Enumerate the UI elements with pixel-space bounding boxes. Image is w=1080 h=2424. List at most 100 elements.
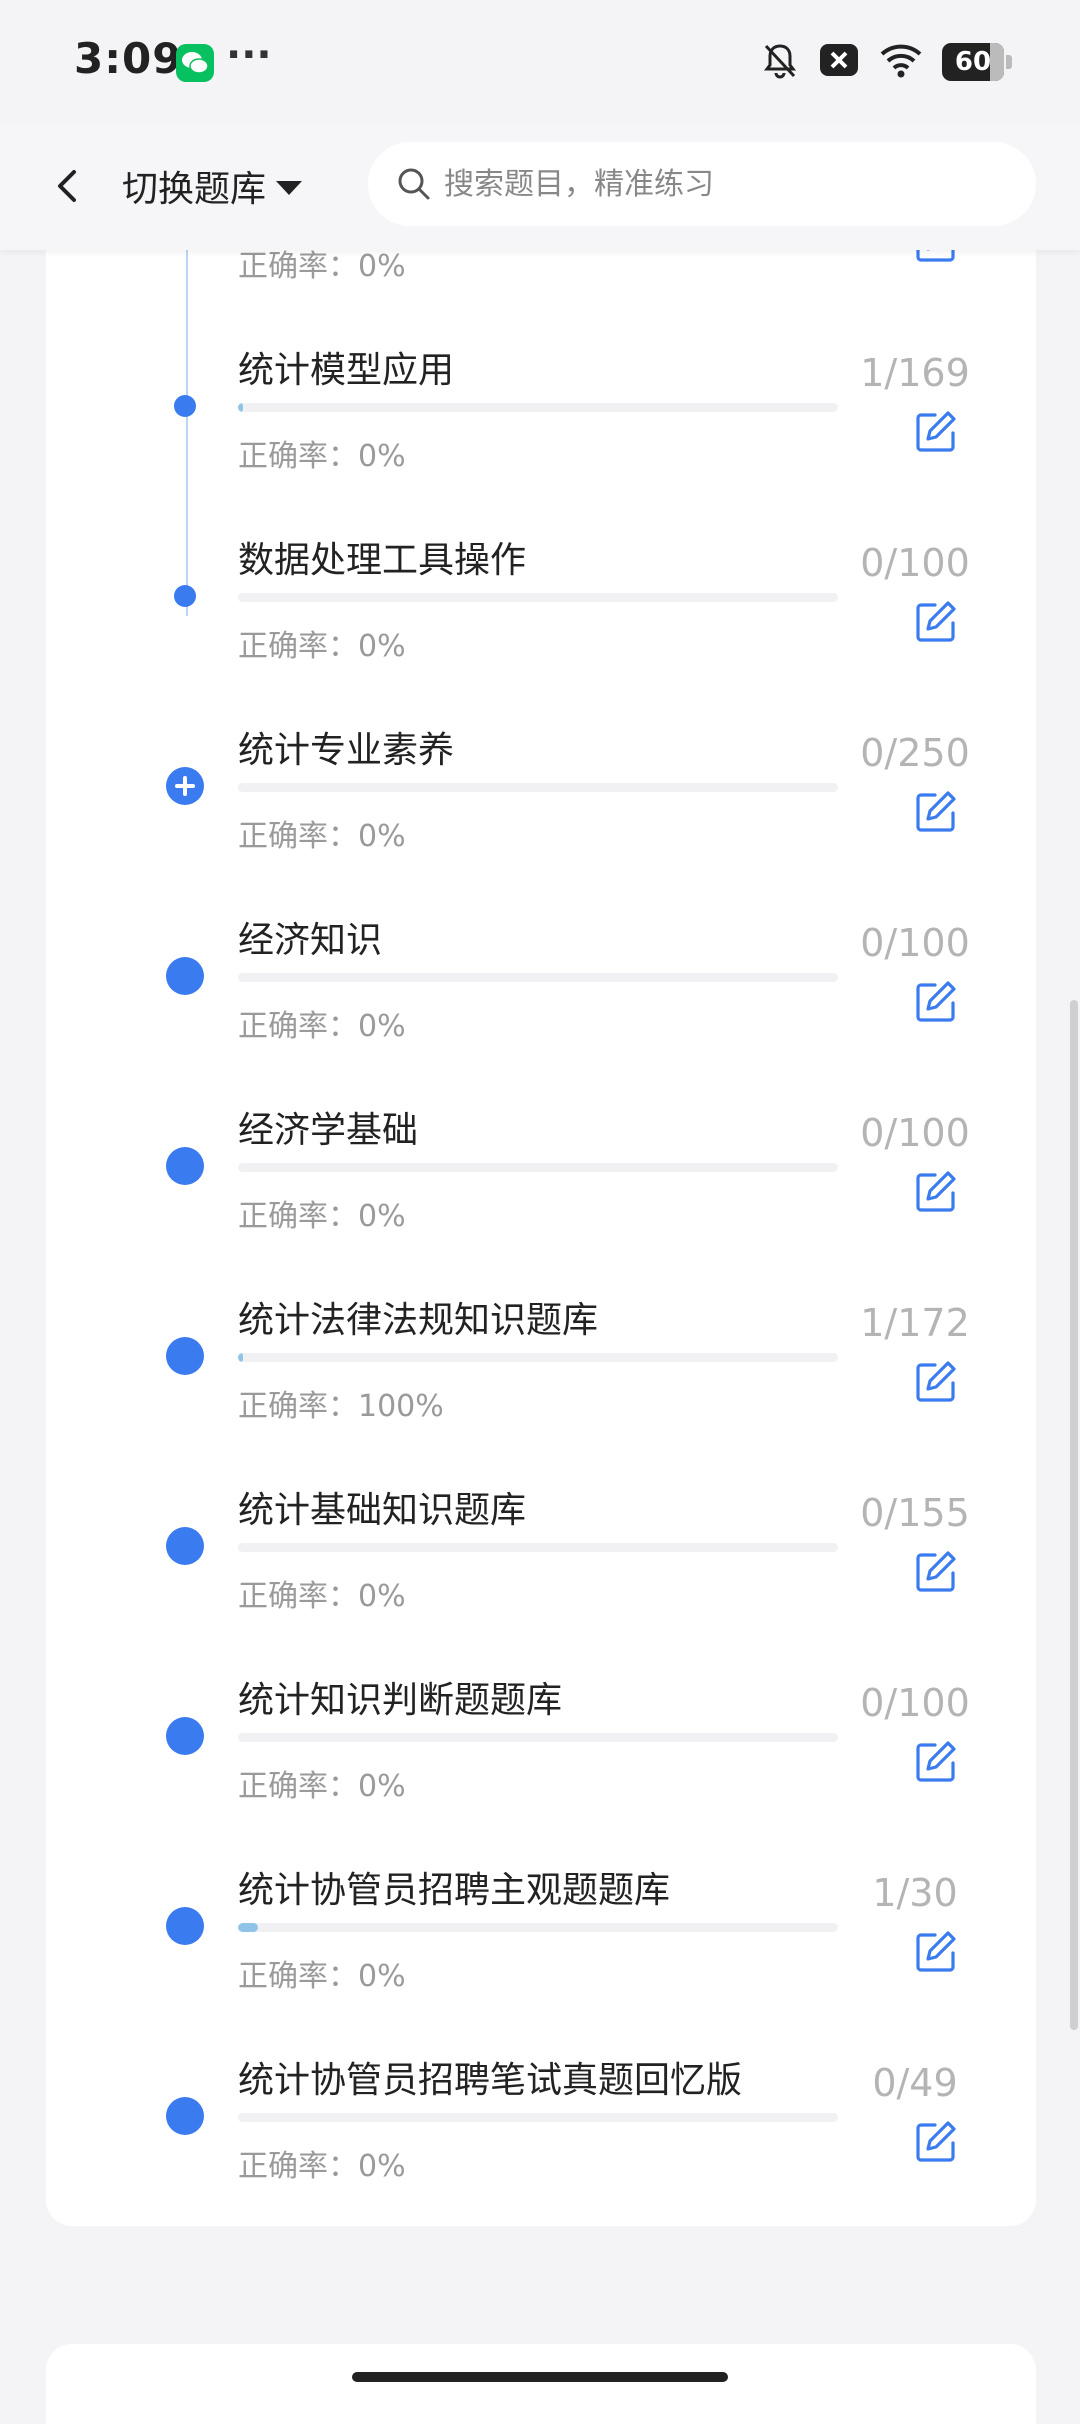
timeline-dot [166,1717,204,1755]
bank-title: 统计模型应用 [238,350,455,391]
progress-count: 1/172 [860,1301,970,1345]
accuracy-label: 正确率：0% [238,1769,406,1804]
wifi-icon [878,40,924,84]
accuracy-label: 正确率：0% [238,1959,406,1994]
timeline-dot [166,1337,204,1375]
accuracy-label: 正确率：100% [238,1389,444,1424]
battery-icon: 60 [942,43,1012,81]
progress-bar [238,1353,838,1362]
bank-title: 经济知识 [238,920,383,961]
accuracy-label: 正确率：0% [238,1199,406,1234]
wechat-icon [176,44,214,82]
bank-title: 统计专业素养 [238,730,455,771]
content-area: 统计指标计算与解读 正确率：0% 0/195 统计模型应用 正确率：0% 1/1… [0,206,1080,2400]
progress-count: 0/100 [860,1681,970,1725]
status-time: 3:09 [74,34,183,83]
progress-count: 0/49 [872,2061,958,2105]
edit-icon [916,1741,956,1782]
scrollbar[interactable] [1070,1000,1078,2030]
practice-button[interactable] [913,1549,959,1595]
practice-button[interactable] [913,2119,959,2165]
progress-bar [238,1923,838,1932]
list-item[interactable]: 统计专业素养 正确率：0% 0/250 [46,701,1036,891]
timeline-dot [166,1527,204,1565]
practice-button[interactable] [913,1169,959,1215]
list-item[interactable]: 数据处理工具操作 正确率：0% 0/100 [46,511,1036,701]
accuracy-label: 正确率：0% [238,629,406,664]
battery-level: 60 [954,47,992,77]
edit-icon [916,1361,956,1402]
progress-fill [238,403,243,412]
accuracy-label: 正确率：0% [238,439,406,474]
more-notifications-icon: ··· [226,32,272,78]
practice-button[interactable] [913,979,959,1025]
edit-icon [916,981,956,1022]
accuracy-label: 正确率：0% [238,1009,406,1044]
list-item[interactable]: 统计协管员招聘主观题题库 正确率：0% 1/30 [46,1841,1036,2031]
progress-bar [238,1543,838,1552]
switch-bank-button[interactable]: 切换题库 [122,160,303,212]
top-bar: 切换题库 [0,124,1080,250]
question-bank-card: 统计指标计算与解读 正确率：0% 0/195 统计模型应用 正确率：0% 1/1… [46,206,1036,2226]
back-button[interactable] [40,156,100,216]
home-indicator[interactable] [352,2372,728,2382]
progress-count: 0/100 [860,541,970,585]
list-item[interactable]: 统计知识判断题题库 正确率：0% 0/100 [46,1651,1036,1841]
dropdown-caret-icon [276,181,303,195]
bank-title: 统计基础知识题库 [238,1490,527,1531]
practice-button[interactable] [913,789,959,835]
mute-bell-icon [760,40,800,84]
list-item[interactable]: 经济学基础 正确率：0% 0/100 [46,1081,1036,1271]
status-bar: 3:09 ··· 60 [0,0,1080,124]
list-item[interactable]: 经济知识 正确率：0% 0/100 [46,891,1036,1081]
progress-bar [238,403,838,412]
list-item[interactable]: 统计基础知识题库 正确率：0% 0/155 [46,1461,1036,1651]
list-item[interactable]: 统计协管员招聘笔试真题回忆版 正确率：0% 0/49 [46,2031,1036,2221]
practice-button[interactable] [913,409,959,455]
progress-bar [238,2113,838,2122]
edit-icon [916,601,956,642]
progress-count: 0/155 [860,1491,970,1535]
practice-button[interactable] [913,1929,959,1975]
progress-count: 0/100 [860,921,970,965]
bank-title: 统计法律法规知识题库 [238,1300,599,1341]
edit-icon [916,1171,956,1212]
bank-title: 统计协管员招聘主观题题库 [238,1870,671,1911]
search-icon [398,168,430,200]
search-bar[interactable] [368,142,1036,226]
timeline-dot [174,395,196,417]
expand-plus-icon[interactable] [166,767,204,805]
back-arrow-icon [58,170,76,202]
switch-bank-label: 切换题库 [122,169,267,210]
progress-bar [238,783,838,792]
progress-bar [238,973,838,982]
edit-icon [916,1931,956,1972]
list-item[interactable]: 统计模型应用 正确率：0% 1/169 [46,321,1036,511]
bank-title: 统计协管员招聘笔试真题回忆版 [238,2060,743,2101]
bank-title: 数据处理工具操作 [238,540,527,581]
search-input[interactable] [442,165,1006,203]
practice-button[interactable] [913,1739,959,1785]
timeline-dot [166,957,204,995]
progress-fill [238,1353,243,1362]
progress-count: 0/250 [860,731,970,775]
edit-icon [916,1551,956,1592]
edit-icon [916,411,956,452]
bank-title: 统计知识判断题题库 [238,1680,563,1721]
bank-title: 经济学基础 [238,1110,419,1151]
edit-icon [916,2121,956,2162]
list-item[interactable]: 统计法律法规知识题库 正确率：100% 1/172 [46,1271,1036,1461]
timeline-dot [166,2097,204,2135]
progress-bar [238,1163,838,1172]
accuracy-label: 正确率：0% [238,819,406,854]
next-card [46,2344,1036,2424]
practice-button[interactable] [913,1359,959,1405]
progress-bar [238,593,838,602]
timeline-dot [166,1907,204,1945]
progress-count: 1/30 [872,1871,958,1915]
practice-button[interactable] [913,599,959,645]
timeline-dot [166,1147,204,1185]
progress-fill [238,1923,258,1932]
accuracy-label: 正确率：0% [238,1579,406,1614]
progress-count: 1/169 [860,351,970,395]
